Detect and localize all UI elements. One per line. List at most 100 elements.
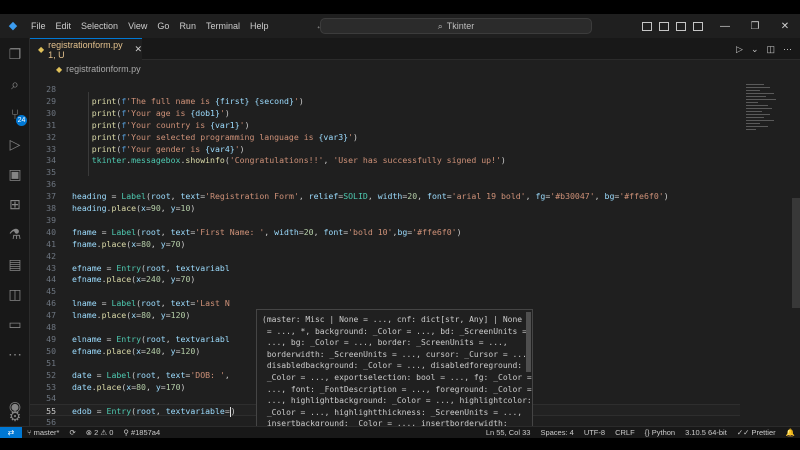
line-number: 38 — [46, 203, 56, 213]
menu-terminal[interactable]: Terminal — [201, 14, 245, 38]
formatter-name: Prettier — [751, 428, 776, 437]
close-window-icon[interactable]: ✕ — [770, 21, 800, 32]
status-interpreter[interactable]: 3.10.5 64-bit — [680, 428, 732, 437]
code-text: efname.place(x=240, y=120) — [72, 345, 201, 356]
status-right: Ln 55, Col 33 Spaces: 4 UTF-8 CRLF {} Py… — [481, 428, 800, 437]
code-line[interactable]: 45 — [30, 285, 740, 297]
line-number: 30 — [46, 107, 56, 118]
customize-layout-icon[interactable] — [693, 21, 703, 31]
menu-edit[interactable]: Edit — [51, 14, 77, 38]
close-tab-icon[interactable]: ✕ — [134, 44, 142, 55]
popup-line: borderwidth: _ScreenUnits = ..., cursor:… — [262, 349, 532, 359]
menu-selection[interactable]: Selection — [76, 14, 123, 38]
command-center-search[interactable]: ⌕ Tkinter — [320, 18, 592, 34]
window-controls: — ❐ ✕ — [642, 14, 800, 38]
status-position[interactable]: Ln 55, Col 33 — [481, 428, 536, 437]
testing-icon[interactable]: ⚗ — [0, 220, 30, 248]
line-number: 31 — [46, 119, 56, 130]
explorer-icon[interactable]: ❐ — [0, 40, 30, 68]
search-icon: ⌕ — [437, 20, 443, 31]
docker-icon[interactable]: ◫ — [0, 280, 30, 308]
status-eol[interactable]: CRLF — [610, 428, 640, 437]
source-control-icon[interactable]: ⑂ 24 — [0, 100, 30, 128]
run-dropdown-icon[interactable]: ⌄ — [751, 44, 759, 55]
remote-explorer-icon[interactable]: ▣ — [0, 160, 30, 188]
notifications-bell-icon[interactable]: 🔔 — [781, 428, 800, 437]
code-line[interactable]: 34 tkinter.messagebox.showinfo('Congratu… — [30, 154, 740, 166]
menu-file[interactable]: File — [26, 14, 51, 38]
popup-line: ..., font: _FontDescription = ..., foreg… — [262, 384, 532, 394]
status-encoding[interactable]: UTF-8 — [579, 428, 610, 437]
line-number: 44 — [46, 274, 56, 285]
menu-go[interactable]: Go — [152, 14, 174, 38]
pages-icon[interactable]: ▭ — [0, 310, 30, 338]
run-debug-icon[interactable]: ▷ — [0, 130, 30, 158]
more-views-icon[interactable]: ⋯ — [0, 340, 30, 368]
breadcrumb-file: registrationform.py — [66, 64, 141, 74]
line-number: 36 — [46, 179, 56, 190]
code-line[interactable]: 44 efname.place(x=240, y=70) — [30, 273, 740, 285]
code-line[interactable]: 40 fname = Label(root, text='First Name: … — [30, 226, 740, 238]
maximize-icon[interactable]: ❐ — [740, 21, 770, 32]
line-number: 28 — [46, 84, 56, 94]
error-count: 2 — [94, 428, 99, 437]
status-spaces[interactable]: Spaces: 4 — [535, 428, 578, 437]
status-ref[interactable]: ⚲ #1857a4 — [118, 428, 165, 437]
code-line[interactable]: 38 heading.place(x=90, y=10) — [30, 202, 740, 214]
vertical-scrollbar[interactable] — [792, 198, 800, 308]
code-line[interactable]: 46 lname = Label(root, text='Last N — [30, 297, 740, 309]
menu-run[interactable]: Run — [174, 14, 201, 38]
code-text: lname.place(x=80, y=120) — [72, 310, 191, 321]
code-text: heading.place(x=90, y=10) — [72, 203, 196, 213]
source-control-badge: 24 — [16, 115, 27, 126]
popup-line: disabledbackground: _Color = ..., disabl… — [262, 361, 523, 371]
menu-view[interactable]: View — [123, 14, 152, 38]
remote-indicator-icon[interactable]: ⇄ — [0, 426, 22, 438]
code-line[interactable]: 37 heading = Label(root, text='Registrati… — [30, 190, 740, 202]
code-line[interactable]: 35 — [30, 166, 740, 178]
breadcrumb[interactable]: ◆ registrationform.py — [30, 60, 800, 78]
code-text: lname = Label(root, text='Last N — [72, 298, 230, 309]
run-file-icon[interactable]: ▷ — [736, 44, 743, 55]
code-line[interactable]: 28 — [30, 83, 740, 95]
toggle-panel-icon[interactable] — [659, 21, 669, 31]
code-line[interactable]: 33 print(f'Your gender is {var4}') — [30, 143, 740, 155]
status-problems[interactable]: ⊗ 2 ⚠ 0 — [81, 428, 119, 437]
minimize-icon[interactable]: — — [710, 21, 740, 32]
toggle-secondary-sidebar-icon[interactable] — [676, 21, 686, 31]
code-line[interactable]: 31 print(f'Your country is {var1}') — [30, 119, 740, 131]
tab-registrationform[interactable]: ◆ registrationform.py 1, U ✕ — [30, 38, 142, 60]
code-text: fname.place(x=80, y=70) — [72, 238, 186, 249]
code-line[interactable]: 43 efname = Entry(root, textvariabl — [30, 262, 740, 274]
toggle-sidebar-icon[interactable] — [642, 21, 652, 31]
line-number: 41 — [46, 238, 56, 249]
code-line[interactable]: 42 — [30, 250, 740, 262]
code-line[interactable]: 32 print(f'Your selected programming lan… — [30, 131, 740, 143]
extensions-icon[interactable]: ⊞ — [0, 190, 30, 218]
popup-line: _Color = ..., exportselection: bool = ..… — [262, 372, 532, 382]
code-text: efname = Entry(root, textvariabl — [72, 262, 230, 273]
ref-text: #1857a4 — [130, 428, 161, 437]
status-language[interactable]: {} Python — [640, 428, 680, 437]
search-view-icon[interactable]: ⌕ — [0, 70, 30, 98]
line-number: 51 — [46, 357, 56, 368]
more-actions-icon[interactable]: ⋯ — [783, 44, 792, 55]
split-editor-icon[interactable]: ◫ — [766, 44, 775, 55]
code-line[interactable]: 36 — [30, 178, 740, 190]
minimap[interactable] — [742, 78, 790, 198]
code-line[interactable]: 30 print(f'Your age is {dob1}') — [30, 107, 740, 119]
popup-scrollbar[interactable] — [526, 312, 531, 372]
code-text: print(f'Your selected programming langua… — [91, 131, 358, 142]
status-branch[interactable]: ⑂ master* — [22, 428, 64, 437]
code-editor[interactable]: 28 29 print(f'The full name is {first} {s… — [30, 78, 800, 426]
status-formatter[interactable]: ✓✓ Prettier — [732, 428, 781, 437]
code-text: print(f'Your age is {dob1}') — [91, 107, 230, 118]
sync-icon[interactable]: ⟳ — [64, 428, 80, 437]
settings-gear-icon[interactable]: ⚙ — [0, 406, 30, 426]
code-text: date.place(x=80, y=170) — [72, 381, 186, 392]
code-line[interactable]: 39 — [30, 214, 740, 226]
code-line[interactable]: 29 print(f'The full name is {first} {sec… — [30, 95, 740, 107]
menu-help[interactable]: Help — [245, 14, 274, 38]
code-line[interactable]: 41 fname.place(x=80, y=70) — [30, 238, 740, 250]
notebook-icon[interactable]: ▤ — [0, 250, 30, 278]
